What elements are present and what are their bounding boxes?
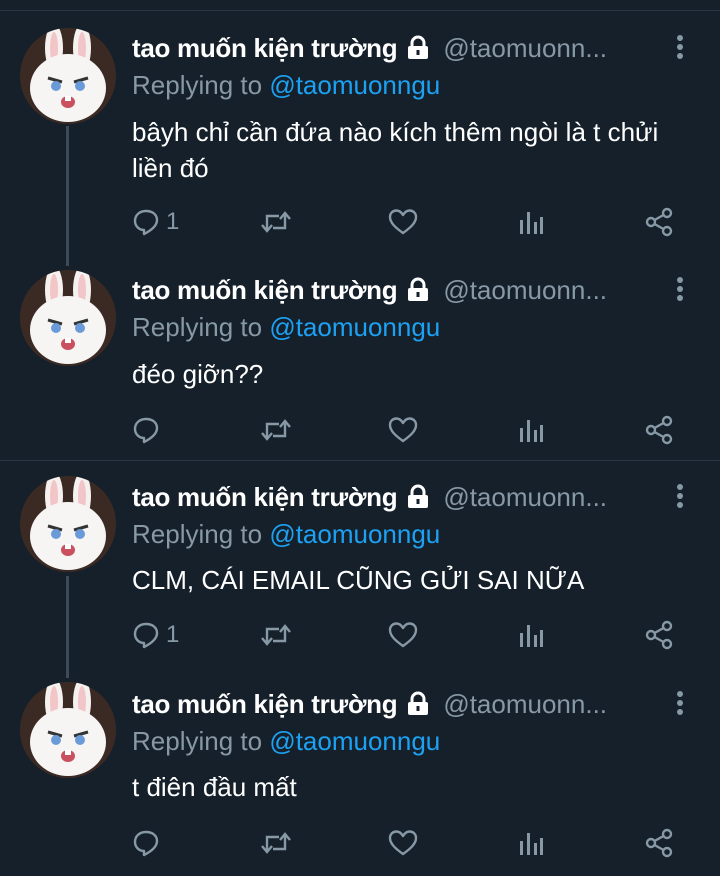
reply-icon xyxy=(133,622,159,649)
reply-icon xyxy=(133,417,159,444)
heart-icon xyxy=(388,830,418,856)
replying-to-label: Replying to xyxy=(132,726,263,756)
like-button[interactable] xyxy=(388,413,418,447)
reply-count: 1 xyxy=(166,621,180,648)
display-name[interactable]: tao muốn kiện trường xyxy=(132,482,398,513)
retweet-icon xyxy=(261,832,291,854)
replying-to: Replying to @taomuonngu xyxy=(132,70,440,101)
tweet[interactable]: tao muốn kiện trường @taomuonn... Replyi… xyxy=(0,666,720,876)
tweet[interactable]: tao muốn kiện trường @taomuonn... Replyi… xyxy=(0,250,720,460)
tweet-header: tao muốn kiện trường @taomuonn... xyxy=(132,28,607,68)
analytics-button[interactable] xyxy=(518,413,544,447)
display-name[interactable]: tao muốn kiện trường xyxy=(132,689,398,720)
share-icon xyxy=(645,620,673,650)
more-vertical-icon[interactable] xyxy=(670,689,690,719)
more-vertical-icon[interactable] xyxy=(670,33,690,63)
like-button[interactable] xyxy=(388,205,418,239)
retweet-icon xyxy=(261,211,291,233)
replying-to-label: Replying to xyxy=(132,312,263,342)
heart-icon xyxy=(388,417,418,443)
replying-to-label: Replying to xyxy=(132,519,263,549)
reply-icon xyxy=(133,830,159,857)
tweet[interactable]: tao muốn kiện trường @taomuonn... Replyi… xyxy=(0,0,720,250)
replying-to-label: Replying to xyxy=(132,70,263,100)
share-icon xyxy=(645,828,673,858)
heart-icon xyxy=(388,209,418,235)
share-button[interactable] xyxy=(644,413,674,447)
action-bar xyxy=(132,826,692,860)
analytics-button[interactable] xyxy=(518,826,544,860)
user-handle[interactable]: @taomuonn... xyxy=(443,482,607,513)
share-button[interactable] xyxy=(644,618,674,652)
tweet-text: đéo giỡn?? xyxy=(132,359,264,389)
action-bar: 1 xyxy=(132,618,692,652)
share-button[interactable] xyxy=(644,826,674,860)
reply-button[interactable]: 1 xyxy=(132,205,179,239)
tweet-header: tao muốn kiện trường @taomuonn... xyxy=(132,270,607,310)
more-vertical-icon[interactable] xyxy=(670,275,690,305)
analytics-icon xyxy=(520,420,543,442)
reply-button[interactable]: 1 xyxy=(132,618,179,652)
reply-button[interactable] xyxy=(132,413,166,447)
user-handle[interactable]: @taomuonn... xyxy=(443,275,607,306)
replying-to-mention[interactable]: @taomuonngu xyxy=(269,70,440,100)
tweet-text: t điên đầu mất xyxy=(132,772,297,802)
replying-to-mention[interactable]: @taomuonngu xyxy=(269,519,440,549)
tweet-text: bâyh chỉ cần đứa nào kích thêm ngòi là t… xyxy=(132,117,659,183)
tweet-header: tao muốn kiện trường @taomuonn... xyxy=(132,684,607,724)
retweet-button[interactable] xyxy=(260,413,292,447)
replying-to: Replying to @taomuonngu xyxy=(132,726,440,757)
analytics-button[interactable] xyxy=(518,205,544,239)
user-handle[interactable]: @taomuonn... xyxy=(443,689,607,720)
display-name[interactable]: tao muốn kiện trường xyxy=(132,33,398,64)
like-button[interactable] xyxy=(388,826,418,860)
reply-count: 1 xyxy=(166,208,180,235)
replying-to: Replying to @taomuonngu xyxy=(132,312,440,343)
analytics-icon xyxy=(520,833,543,855)
reply-icon xyxy=(133,209,159,236)
tweet[interactable]: tao muốn kiện trường @taomuonn... Replyi… xyxy=(0,461,720,666)
avatar[interactable] xyxy=(20,28,116,124)
avatar[interactable] xyxy=(20,270,116,366)
share-button[interactable] xyxy=(644,205,674,239)
action-bar xyxy=(132,413,692,447)
replying-to-mention[interactable]: @taomuonngu xyxy=(269,726,440,756)
retweet-icon xyxy=(261,624,291,646)
avatar[interactable] xyxy=(20,476,116,572)
replying-to-mention[interactable]: @taomuonngu xyxy=(269,312,440,342)
analytics-icon xyxy=(520,625,543,647)
tweet-header: tao muốn kiện trường @taomuonn... xyxy=(132,477,607,517)
tweet-text: CLM, CÁI EMAIL CŨNG GỬI SAI NỮA xyxy=(132,565,585,595)
lock-icon xyxy=(405,691,431,717)
display-name[interactable]: tao muốn kiện trường xyxy=(132,275,398,306)
retweet-button[interactable] xyxy=(260,618,292,652)
analytics-button[interactable] xyxy=(518,618,544,652)
avatar[interactable] xyxy=(20,682,116,778)
retweet-button[interactable] xyxy=(260,826,292,860)
like-button[interactable] xyxy=(388,618,418,652)
share-icon xyxy=(645,207,673,237)
action-bar: 1 xyxy=(132,205,692,239)
share-icon xyxy=(645,415,673,445)
replying-to: Replying to @taomuonngu xyxy=(132,519,440,550)
user-handle[interactable]: @taomuonn... xyxy=(443,33,607,64)
more-vertical-icon[interactable] xyxy=(670,482,690,512)
lock-icon xyxy=(405,484,431,510)
lock-icon xyxy=(405,35,431,61)
retweet-button[interactable] xyxy=(260,205,292,239)
analytics-icon xyxy=(520,212,543,234)
lock-icon xyxy=(405,277,431,303)
reply-button[interactable] xyxy=(132,826,166,860)
retweet-icon xyxy=(261,419,291,441)
heart-icon xyxy=(388,622,418,648)
